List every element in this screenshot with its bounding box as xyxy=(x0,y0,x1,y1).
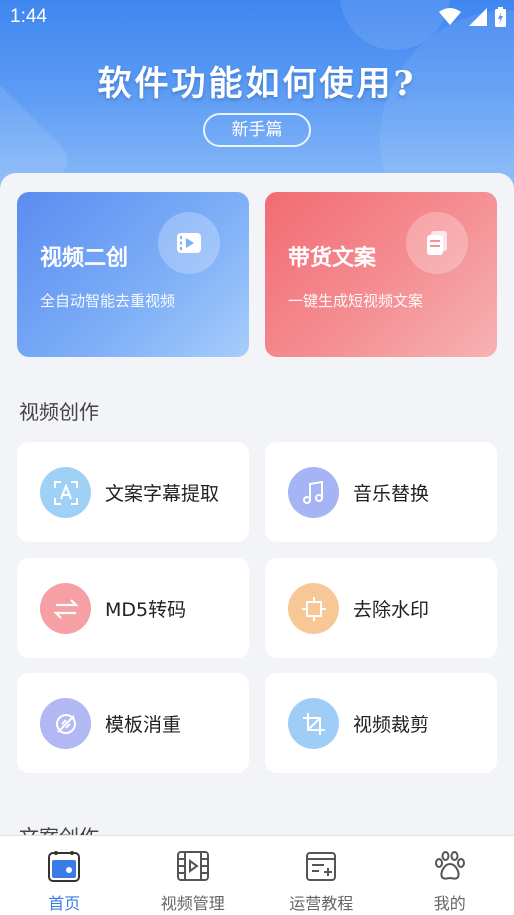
tool-label: 模板消重 xyxy=(105,714,182,736)
beginner-guide-button[interactable]: 新手篇 xyxy=(203,113,311,147)
tool-md5-transcode[interactable]: MD5转码 xyxy=(17,558,249,658)
film-icon xyxy=(129,846,258,886)
tool-label: 视频裁剪 xyxy=(353,714,430,736)
status-bar: 1:44 xyxy=(0,0,514,34)
card-title: 视频二创 xyxy=(40,246,129,271)
paw-icon xyxy=(386,846,514,886)
bottom-nav: 首页 视频管理 运营教程 我的 xyxy=(0,835,514,915)
nav-mine[interactable]: 我的 xyxy=(386,836,514,915)
document-icon xyxy=(406,212,468,274)
card-subtitle: 全自动智能去重视频 xyxy=(40,292,176,310)
tool-video-crop[interactable]: 视频裁剪 xyxy=(265,673,497,773)
section-title-video: 视频创作 xyxy=(19,400,99,424)
main-panel: 视频二创 全自动智能去重视频 带货文案 一键生成短视频文案 视频创作 文案字幕提… xyxy=(0,173,514,835)
crop-target-icon xyxy=(288,583,339,634)
tool-label: MD5转码 xyxy=(105,599,187,621)
music-note-icon xyxy=(288,467,339,518)
no-copy-icon xyxy=(40,698,91,749)
tool-music-replace[interactable]: 音乐替换 xyxy=(265,442,497,542)
tutorial-icon xyxy=(257,846,386,886)
nav-home[interactable]: 首页 xyxy=(0,836,129,915)
battery-icon xyxy=(495,7,506,27)
hero-banner: 1:44 软件功能如何使用? 新手篇 xyxy=(0,0,514,200)
signal-icon xyxy=(469,8,487,26)
nav-label: 运营教程 xyxy=(289,894,354,913)
tool-subtitle-extract[interactable]: 文案字幕提取 xyxy=(17,442,249,542)
home-icon xyxy=(0,846,129,886)
tool-template-dedupe[interactable]: 模板消重 xyxy=(17,673,249,773)
nav-label: 首页 xyxy=(48,894,81,913)
section-title-copy: 文案创作 xyxy=(19,821,99,835)
nav-tutorial[interactable]: 运营教程 xyxy=(257,836,386,915)
wifi-icon xyxy=(439,8,461,25)
tool-remove-watermark[interactable]: 去除水印 xyxy=(265,558,497,658)
status-time: 1:44 xyxy=(10,6,47,27)
tool-label: 音乐替换 xyxy=(353,483,430,505)
video-remix-card[interactable]: 视频二创 全自动智能去重视频 xyxy=(17,192,249,357)
swap-arrows-icon xyxy=(40,583,91,634)
text-scan-icon xyxy=(40,467,91,518)
video-icon xyxy=(158,212,220,274)
crop-icon xyxy=(288,698,339,749)
nav-label: 视频管理 xyxy=(160,894,225,913)
tool-label: 文案字幕提取 xyxy=(105,483,220,505)
product-copy-card[interactable]: 带货文案 一键生成短视频文案 xyxy=(265,192,497,357)
hero-title: 软件功能如何使用? xyxy=(97,64,417,104)
card-title: 带货文案 xyxy=(288,246,377,271)
nav-label: 我的 xyxy=(433,894,466,913)
nav-video-manage[interactable]: 视频管理 xyxy=(129,836,258,915)
tool-label: 去除水印 xyxy=(353,599,430,621)
card-subtitle: 一键生成短视频文案 xyxy=(288,292,424,310)
